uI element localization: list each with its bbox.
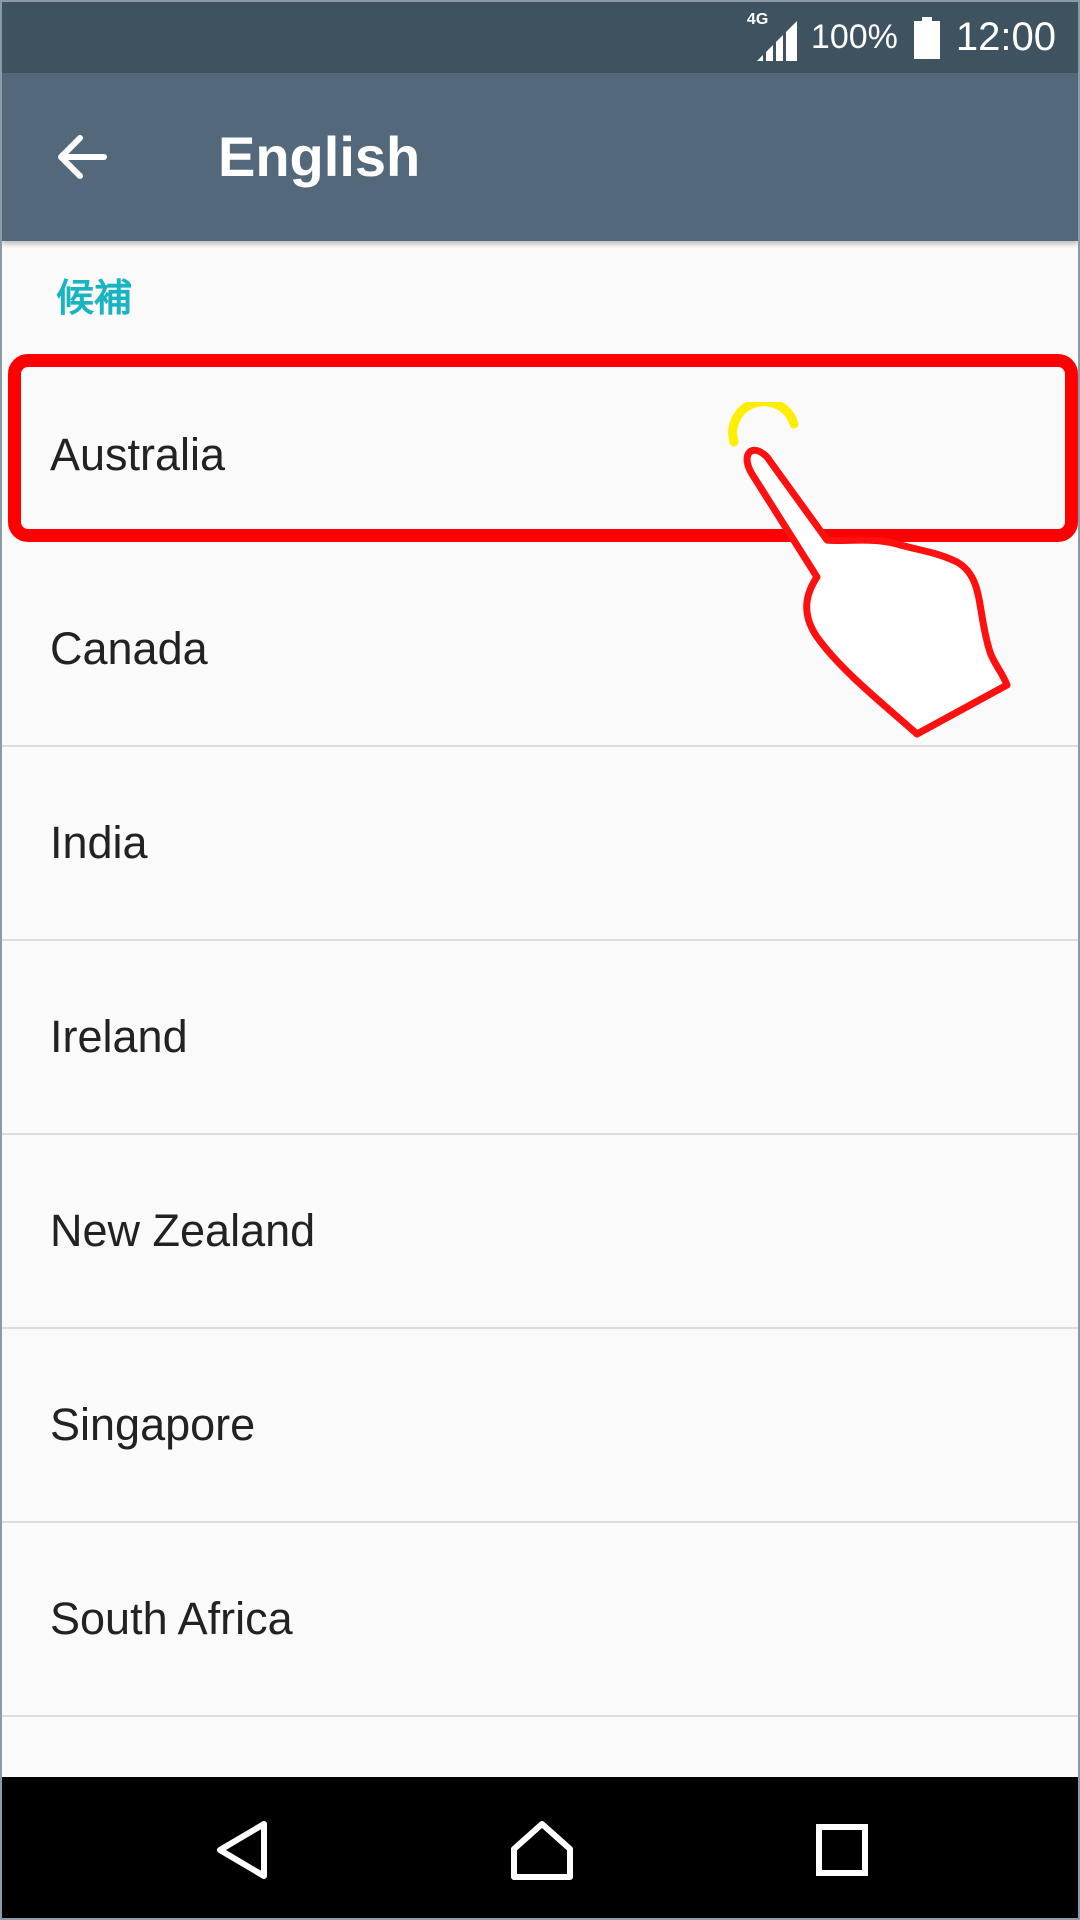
list-item-india[interactable]: India (2, 747, 1078, 941)
app-bar: English (2, 73, 1078, 241)
list-item-label: India (50, 817, 148, 868)
nav-home-button[interactable] (452, 1777, 632, 1918)
list-item-south-africa[interactable]: South Africa (2, 1523, 1078, 1717)
list-item-partial[interactable] (2, 1717, 1078, 1777)
navigation-bar (2, 1777, 1078, 1918)
list-item-label: Australia (50, 429, 226, 480)
triangle-back-icon (217, 1820, 267, 1879)
nav-back-button[interactable] (152, 1777, 332, 1918)
list-item-label: Singapore (50, 1399, 256, 1450)
arrow-left-icon (58, 135, 107, 179)
language-region-list-container: 候補 Australia Canada India Ireland New Ze… (2, 241, 1078, 1777)
list-item-ireland[interactable]: Ireland (2, 941, 1078, 1135)
section-header: 候補 (56, 278, 133, 320)
list-item-label: South Africa (50, 1593, 293, 1644)
network-indicator: 4G (747, 11, 797, 63)
nav-recents-button[interactable] (752, 1777, 932, 1918)
list-item-label: Canada (50, 623, 208, 674)
list-item-new-zealand[interactable]: New Zealand (2, 1135, 1078, 1329)
list-item-australia[interactable]: Australia (2, 359, 1078, 553)
clock: 12:00 (955, 15, 1056, 59)
phone-screen: 4G 100% 12:00 English 候補 Australia Canad… (0, 0, 1080, 1920)
list-item-singapore[interactable]: Singapore (2, 1329, 1078, 1523)
list-item-canada[interactable]: Canada (2, 553, 1078, 747)
region-list: Australia Canada India Ireland New Zeala… (2, 359, 1078, 1777)
status-icons: 4G 100% 12:00 (747, 2, 1056, 73)
signal-icon (756, 20, 797, 61)
home-icon (511, 1820, 573, 1880)
status-bar: 4G 100% 12:00 (2, 2, 1078, 73)
battery-icon (913, 16, 940, 59)
battery-percent: 100% (810, 18, 898, 56)
back-button[interactable] (42, 117, 122, 197)
list-item-label: Ireland (50, 1011, 188, 1062)
square-recents-icon (816, 1823, 868, 1876)
page-title: English (218, 125, 421, 188)
list-item-label: New Zealand (50, 1205, 316, 1256)
